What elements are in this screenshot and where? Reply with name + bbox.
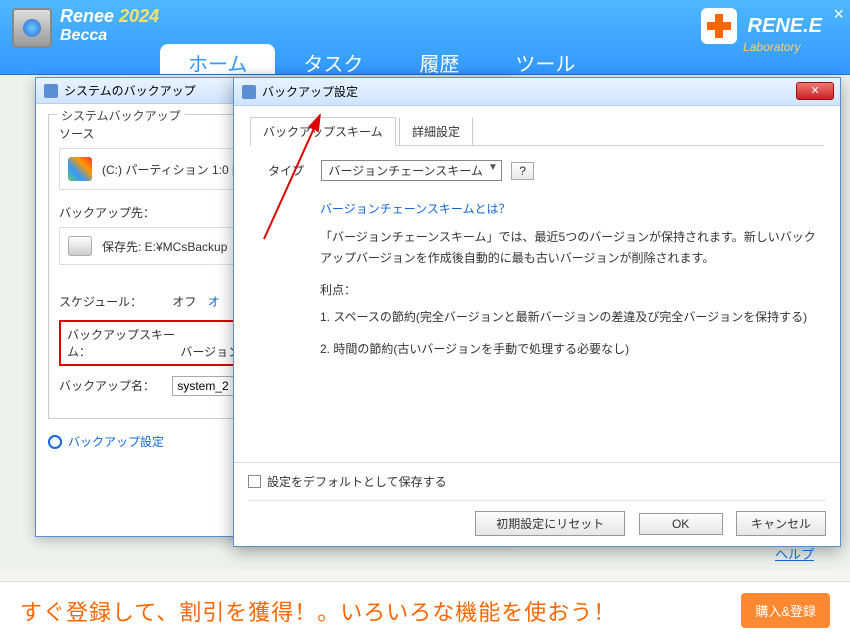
backup-settings-titlebar[interactable]: バックアップ設定 ✕ (234, 78, 840, 106)
scheme-description: バージョンチェーンスキームとは？ 「バージョンチェーンスキーム」では、最近5つの… (320, 199, 824, 359)
app-header: Renee 2024 Becca RENE.E Laboratory × ホーム… (0, 0, 850, 75)
help-link[interactable]: ヘルプ (775, 544, 814, 563)
settings-subtabs: バックアップスキーム 詳細設定 (250, 116, 824, 146)
scheme-label: バックアップスキーム： (67, 326, 177, 360)
footer: すぐ登録して、割引を獲得！。いろいろな機能を使おう！ 購入&登録 (0, 581, 850, 639)
tab-home[interactable]: ホーム (160, 44, 275, 74)
subtab-scheme[interactable]: バックアップスキーム (250, 117, 396, 146)
cancel-button[interactable]: キャンセル (736, 511, 826, 536)
dialog-buttons: 初期設定にリセット OK キャンセル (248, 500, 826, 536)
scheme-desc-text: 「バージョンチェーンスキーム」では、最近5つのバージョンが保持されます。新しいバ… (320, 227, 824, 268)
type-row: タイプ バージョンチェーンスキーム ? (268, 160, 824, 181)
dialog-icon (44, 84, 58, 98)
dialog-bottom-bar: 設定をデフォルトとして保存する 初期設定にリセット OK キャンセル (234, 462, 840, 546)
source-text: (C:) パーティション 1:0 [ (102, 161, 235, 178)
app-year: 2024 (119, 6, 159, 26)
brand-text: RENE.E (748, 15, 822, 38)
scheme-whatis-link[interactable]: バージョンチェーンスキームとは？ (320, 199, 824, 219)
reset-button[interactable]: 初期設定にリセット (475, 511, 625, 536)
windows-icon (68, 157, 92, 181)
scheme-type-select[interactable]: バージョンチェーンスキーム (321, 160, 502, 181)
type-label: タイプ (268, 162, 318, 179)
scheme-value-link[interactable]: バージョン (180, 345, 240, 359)
save-default-checkbox[interactable] (248, 475, 261, 488)
app-subtitle: Becca (60, 27, 159, 45)
tab-tools[interactable]: ツール (487, 44, 603, 74)
dialog-icon (242, 85, 256, 99)
dest-text: 保存先: E:¥MCsBackup (102, 238, 227, 255)
subtab-advanced[interactable]: 詳細設定 (399, 117, 473, 146)
promo-text: すぐ登録して、割引を獲得！。いろいろな機能を使おう！ (20, 595, 741, 627)
main-tabs: ホーム タスク 履歴 ツール (0, 44, 850, 74)
app-logo-icon (12, 8, 52, 48)
system-backup-title: システムのバックアップ (64, 82, 196, 99)
gear-icon (48, 435, 62, 449)
save-default-row[interactable]: 設定をデフォルトとして保存する (248, 473, 826, 490)
brand-cross-icon (701, 8, 737, 44)
app-close-button[interactable]: × (833, 4, 844, 25)
save-default-label: 設定をデフォルトとして保存する (267, 473, 447, 490)
scheme-type-value: バージョンチェーンスキーム (328, 164, 483, 178)
advantage-1: 1. スペースの節約(完全バージョンと最新バージョンの差違及び完全バージョンを保… (320, 307, 824, 327)
advantage-2: 2. 時間の節約(古いバージョンを手動で処理する必要なし) (320, 339, 824, 359)
tab-history[interactable]: 履歴 (391, 44, 487, 74)
tab-task[interactable]: タスク (275, 44, 391, 74)
group-label: システムバックアップ (57, 107, 185, 124)
app-title: Renee 2024 Becca (60, 6, 159, 45)
close-button[interactable]: ✕ (796, 82, 834, 100)
backup-settings-body: バックアップスキーム 詳細設定 タイプ バージョンチェーンスキーム ? バージョ… (234, 106, 840, 546)
schedule-on-link[interactable]: オ (208, 295, 220, 309)
hdd-icon (68, 236, 92, 256)
schedule-off: オフ (172, 295, 196, 309)
backup-settings-dialog: バックアップ設定 ✕ バックアップスキーム 詳細設定 タイプ バージョンチェーン… (233, 77, 841, 547)
buy-register-button[interactable]: 購入&登録 (741, 593, 830, 628)
app-name: Renee (60, 6, 114, 26)
backup-name-label: バックアップ名： (59, 377, 169, 394)
ok-button[interactable]: OK (639, 513, 723, 535)
backup-settings-link-text: バックアップ設定 (68, 433, 164, 450)
help-button[interactable]: ? (511, 162, 534, 180)
advantages-label: 利点： (320, 280, 824, 300)
backup-settings-title: バックアップ設定 (262, 83, 358, 100)
schedule-label: スケジュール： (59, 293, 169, 310)
